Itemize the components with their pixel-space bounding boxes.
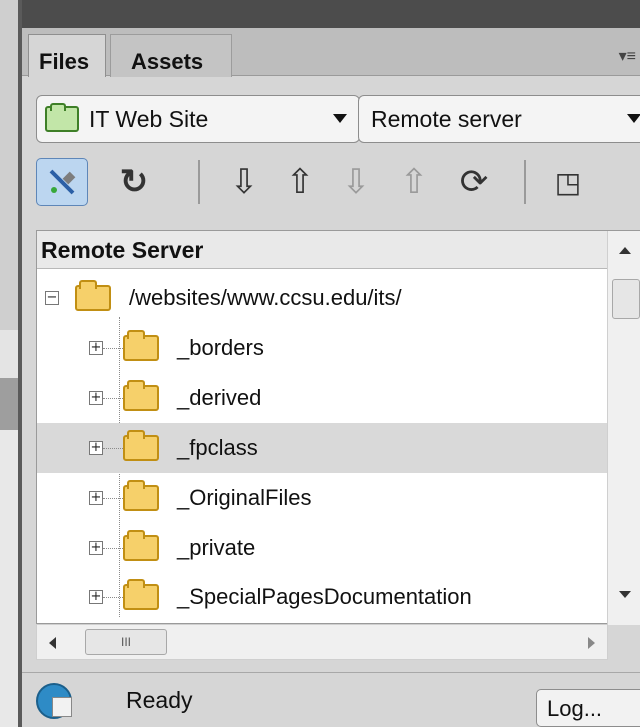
site-select-value: IT Web Site <box>89 105 209 132</box>
tree-item-label: _private <box>177 535 256 560</box>
synchronize-button[interactable]: ⟳ <box>452 158 496 206</box>
site-select[interactable]: IT Web Site <box>36 95 360 143</box>
remote-file-tree: Remote Server − /websites/www.ccsu.edu/i… <box>36 230 640 625</box>
tree-item-label: _fpclass <box>177 435 258 460</box>
tree-row-selected[interactable]: + _fpclass <box>37 423 609 473</box>
get-files-button[interactable]: ⇩ <box>224 158 264 206</box>
folder-icon <box>75 280 111 311</box>
connect-button[interactable] <box>36 158 88 206</box>
status-bar: Ready Log... <box>22 672 640 727</box>
expand-icon: ◳ <box>554 166 582 198</box>
folder-icon <box>123 480 159 511</box>
expand-node-icon[interactable]: + <box>89 341 103 355</box>
scroll-right-icon[interactable] <box>588 637 595 649</box>
tree-item-label: _OriginalFiles <box>177 485 312 510</box>
status-text: Ready <box>126 687 193 713</box>
tree-item-label: _borders <box>177 335 264 360</box>
expand-node-icon[interactable]: + <box>89 391 103 405</box>
check-in-button[interactable]: ⇧ <box>394 158 434 206</box>
check-out-icon: ⇩ <box>341 163 371 201</box>
log-button[interactable]: Log... <box>536 689 640 727</box>
chevron-down-icon <box>627 114 640 123</box>
check-out-button[interactable]: ⇩ <box>336 158 376 206</box>
tree-row[interactable]: + _derived <box>37 373 609 423</box>
tree-column-header[interactable]: Remote Server <box>37 231 609 269</box>
tree-item-label: _SpecialPagesDocumentation <box>177 584 472 609</box>
folder-icon <box>123 530 159 561</box>
left-window-edge <box>0 0 18 727</box>
tree-item-label: _derived <box>177 385 262 410</box>
tree-row[interactable]: + _borders <box>37 323 609 373</box>
collapse-icon[interactable]: − <box>45 291 59 305</box>
horizontal-scroll-thumb[interactable]: III <box>85 629 167 655</box>
scroll-down-icon[interactable] <box>619 591 631 598</box>
files-panel: Files Assets ▾≡ IT Web Site Remote serve… <box>18 0 640 727</box>
view-select-value: Remote server <box>371 105 522 132</box>
tree-root-row[interactable]: − /websites/www.ccsu.edu/its/ <box>37 273 609 323</box>
folder-icon <box>123 380 159 411</box>
expand-node-icon[interactable]: + <box>89 541 103 555</box>
refresh-icon: ↻ <box>119 163 149 201</box>
site-icon <box>45 103 79 132</box>
folder-icon <box>123 579 159 610</box>
folder-icon <box>123 430 159 461</box>
panel-options-icon[interactable]: ▾≡ <box>619 46 636 66</box>
vertical-scroll-thumb[interactable] <box>612 279 640 319</box>
tree-row[interactable]: + _SpecialPagesDocumentation <box>37 573 609 621</box>
view-select[interactable]: Remote server <box>358 95 640 143</box>
scroll-left-icon[interactable] <box>49 637 56 649</box>
put-files-button[interactable]: ⇧ <box>280 158 320 206</box>
get-files-icon: ⇩ <box>229 163 259 201</box>
vertical-scrollbar[interactable] <box>607 231 640 625</box>
network-status-icon <box>36 683 72 719</box>
folder-icon <box>123 330 159 361</box>
panel-tab-bar: Files Assets ▾≡ <box>22 28 640 77</box>
expand-node-icon[interactable]: + <box>89 491 103 505</box>
refresh-button[interactable]: ↻ <box>112 158 156 206</box>
tab-files[interactable]: Files <box>28 34 106 77</box>
put-files-icon: ⇧ <box>285 163 315 201</box>
horizontal-scrollbar[interactable]: III <box>36 624 608 660</box>
check-in-icon: ⇧ <box>399 163 429 201</box>
expand-button[interactable]: ◳ <box>548 158 588 206</box>
tree-row[interactable]: + _OriginalFiles <box>37 473 609 523</box>
expand-node-icon[interactable]: + <box>89 590 103 604</box>
connect-icon <box>49 169 76 195</box>
tree-root-label: /websites/www.ccsu.edu/its/ <box>129 285 402 310</box>
toolbar: ↻ ⇩ ⇧ ⇩ ⇧ ⟳ ◳ <box>22 152 640 212</box>
tree-row[interactable]: + _private <box>37 523 609 573</box>
tab-assets[interactable]: Assets <box>110 34 232 77</box>
scroll-up-icon[interactable] <box>619 247 631 254</box>
chevron-down-icon <box>333 114 347 123</box>
synchronize-icon: ⟳ <box>459 163 489 201</box>
panel-title-bar <box>22 0 640 28</box>
expand-node-icon[interactable]: + <box>89 441 103 455</box>
